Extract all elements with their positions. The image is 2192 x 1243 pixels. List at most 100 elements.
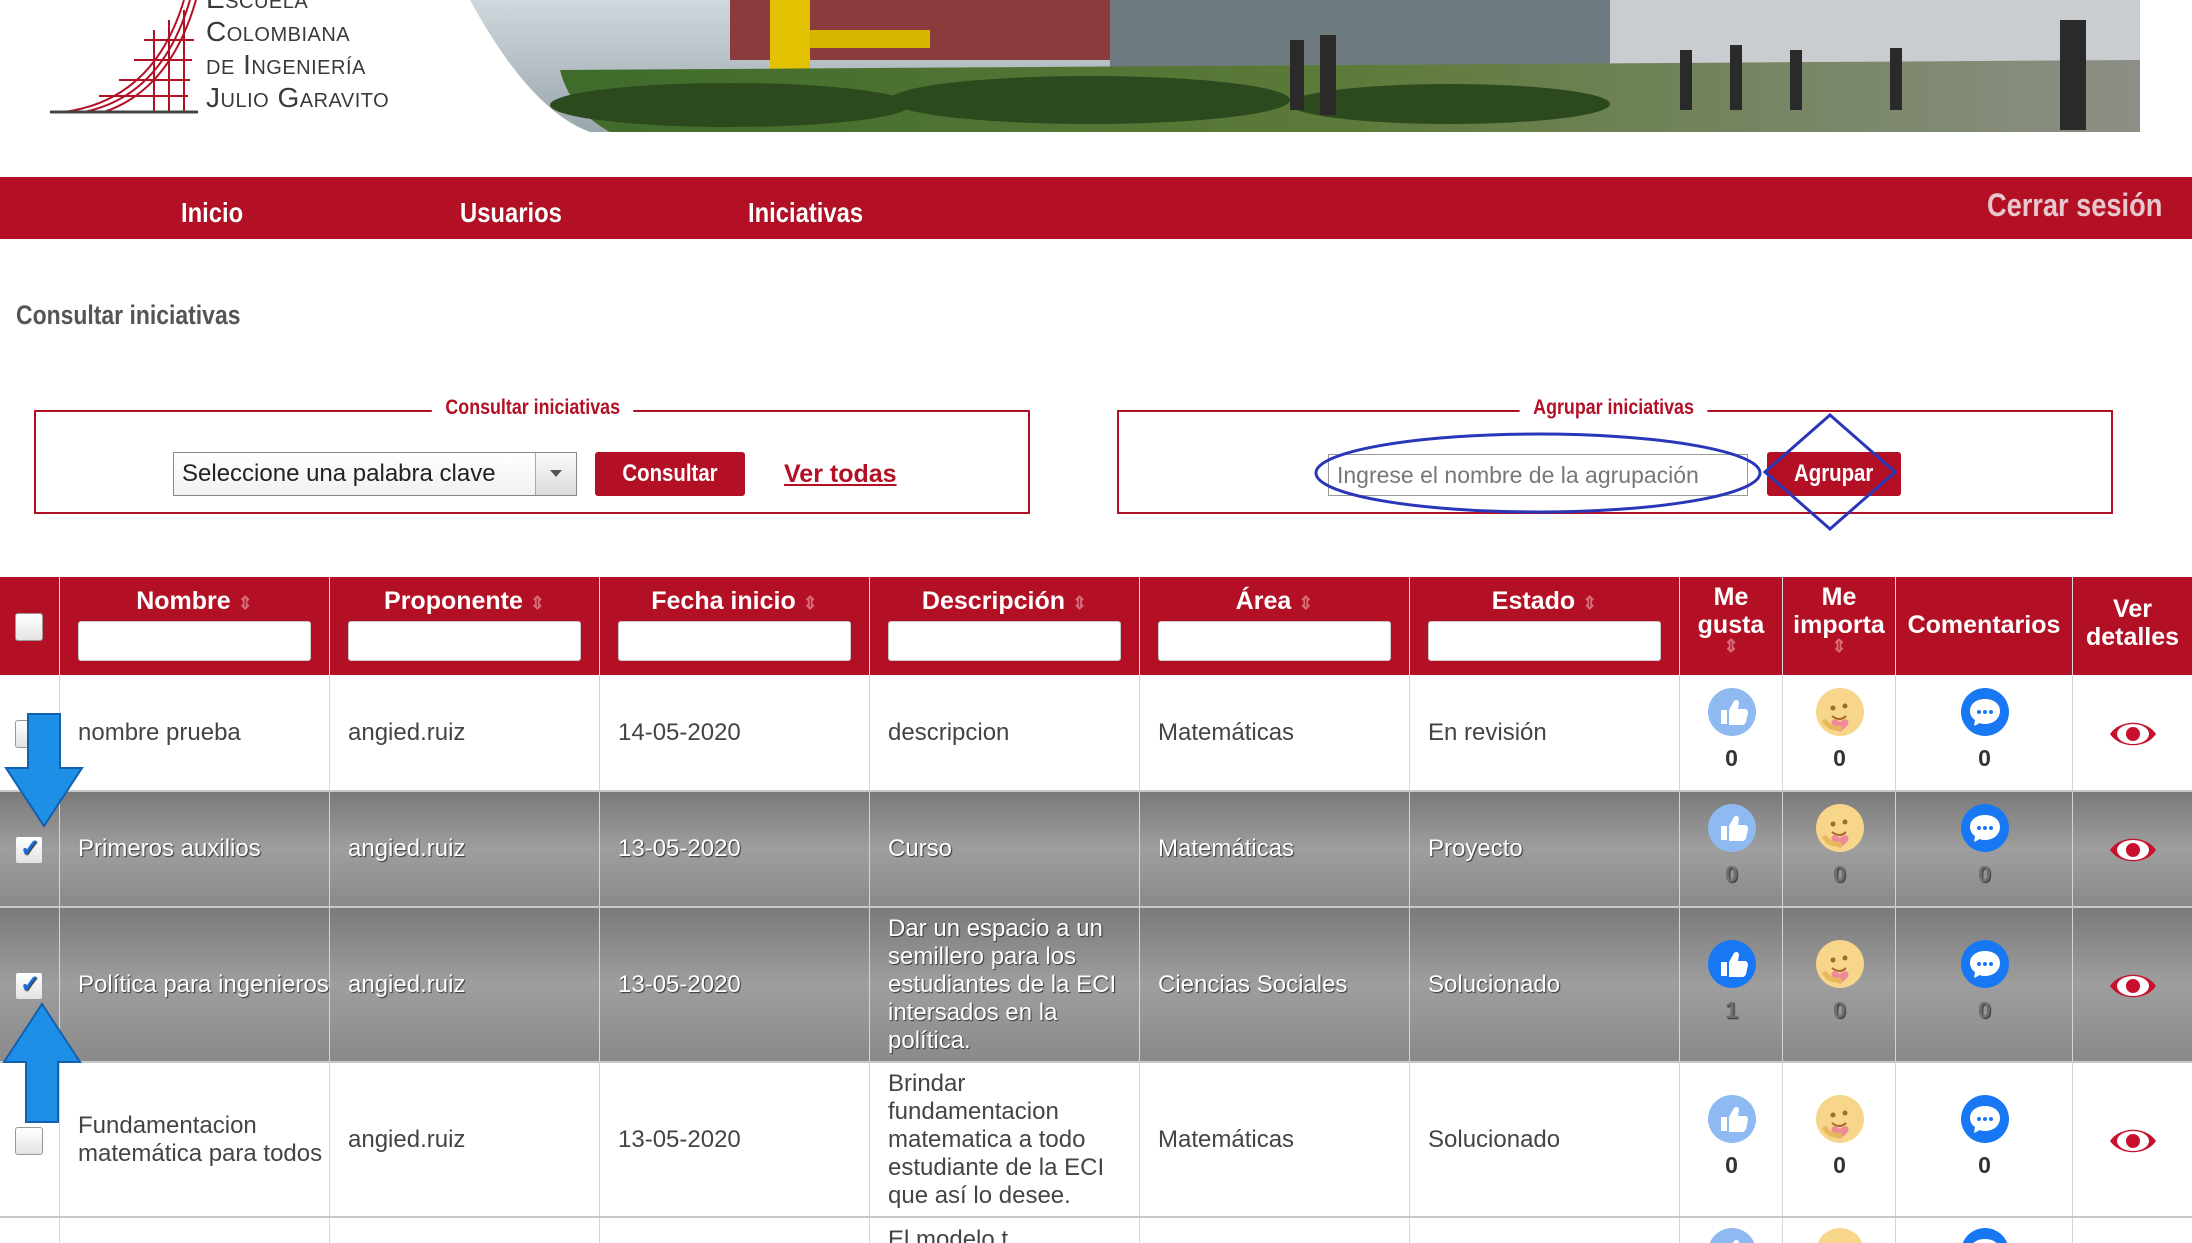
cell-area-text: Matemáticas xyxy=(1158,718,1295,746)
header-descripcion[interactable]: Descripción ⇕ xyxy=(870,577,1140,675)
sort-icon[interactable]: ⇕ xyxy=(803,593,818,613)
table-row[interactable]: Fundamentacion matemática para todos angi… xyxy=(0,1063,2192,1218)
row-checkbox[interactable] xyxy=(15,1126,43,1155)
cell-detalles xyxy=(2073,675,2192,790)
care-emoji-icon[interactable] xyxy=(1814,1093,1866,1145)
header-comentarios-label: Comentarios xyxy=(1907,611,2061,639)
logo-line: Julio Garavito xyxy=(206,82,390,113)
chat-bubble-icon[interactable] xyxy=(1959,938,2011,990)
thumbs-up-icon[interactable] xyxy=(1706,686,1758,738)
filter-nombre-input[interactable] xyxy=(78,621,311,661)
cell-descripcion-text: Dar un espacio a un semillero para los e… xyxy=(888,914,1117,1054)
table-row[interactable]: Primeros auxilios angied.ruiz 13-05-2020 Cu… xyxy=(0,792,2192,908)
cell-estado: Solucionado xyxy=(1410,1063,1680,1216)
eye-icon[interactable] xyxy=(2108,717,2158,751)
row-checkbox[interactable] xyxy=(15,719,43,748)
agrupar-button[interactable]: Agrupar xyxy=(1767,452,1901,496)
cell-fecha: 14-05-2020 xyxy=(600,675,870,790)
thumbs-up-icon[interactable] xyxy=(1706,938,1758,990)
care-emoji-icon[interactable] xyxy=(1814,802,1866,854)
care-emoji-icon[interactable] xyxy=(1814,938,1866,990)
table-row[interactable]: Política para ingenieros angied.ruiz 13-05… xyxy=(0,908,2192,1063)
cell-estado-text: En revisión xyxy=(1428,718,1547,746)
sort-icon[interactable]: ⇕ xyxy=(238,593,253,613)
filter-estado-input[interactable] xyxy=(1428,621,1661,661)
header-area[interactable]: Área ⇕ xyxy=(1140,577,1410,675)
logout-link[interactable]: Cerrar sesión xyxy=(1987,177,2162,239)
sort-icon[interactable]: ⇕ xyxy=(1680,637,1782,655)
cell-area-text: Matemáticas xyxy=(1158,835,1295,862)
header-detalles-label: Ver detalles xyxy=(2085,595,2180,651)
header-megusta[interactable]: Me gusta ⇕ xyxy=(1680,577,1783,675)
cell-estado-text: Solucionado xyxy=(1428,970,1561,998)
thumbs-up-icon[interactable] xyxy=(1706,1226,1758,1243)
thumbs-up-icon[interactable] xyxy=(1706,1093,1758,1145)
eye-icon[interactable] xyxy=(2108,969,2158,1003)
row-checkbox[interactable] xyxy=(15,971,43,1000)
nav-item-inicio[interactable]: Inicio xyxy=(181,177,243,239)
nav-item-iniciativas[interactable]: Iniciativas xyxy=(748,177,863,239)
chat-bubble-icon[interactable] xyxy=(1959,802,2011,854)
cell-nombre-text: Primeros auxilios xyxy=(78,835,261,862)
cell-comentarios: 0 xyxy=(1896,675,2073,790)
chevron-down-icon[interactable] xyxy=(535,453,576,495)
cell-fecha-text: 14-05-2020 xyxy=(618,718,741,746)
cell-proponente: angied.ruiz xyxy=(330,675,600,790)
header-fecha[interactable]: Fecha inicio ⇕ xyxy=(600,577,870,675)
cell-descripcion: descripcion xyxy=(870,675,1140,790)
ver-todas-link[interactable]: Ver todas xyxy=(784,460,897,489)
cell-nombre: Primeros auxilios xyxy=(60,792,330,906)
cell-area: Ciencias Sociales xyxy=(1140,908,1410,1061)
cell-estado: Proyecto xyxy=(1410,792,1680,906)
group-name-input[interactable] xyxy=(1328,454,1748,496)
cell-proponente xyxy=(330,1218,600,1243)
header-estado-label: Estado xyxy=(1491,587,1576,615)
cell-proponente-text: angied.ruiz xyxy=(348,718,466,746)
row-checkbox[interactable] xyxy=(15,835,43,864)
cell-comentarios xyxy=(1896,1218,2073,1243)
filter-descripcion-input[interactable] xyxy=(888,621,1121,661)
header-proponente[interactable]: Proponente ⇕ xyxy=(330,577,600,675)
eye-icon[interactable] xyxy=(2108,833,2158,867)
cell-megusta: 0 xyxy=(1680,675,1783,790)
table-row[interactable]: El modelo t xyxy=(0,1218,2192,1243)
nav-item-usuarios[interactable]: Usuarios xyxy=(460,177,562,239)
filter-fecha-input[interactable] xyxy=(618,621,851,661)
filter-area-input[interactable] xyxy=(1158,621,1391,661)
care-emoji-icon[interactable] xyxy=(1814,1226,1866,1243)
chat-bubble-icon[interactable] xyxy=(1959,686,2011,738)
chat-bubble-icon[interactable] xyxy=(1959,1226,2011,1243)
sort-icon[interactable]: ⇕ xyxy=(1072,593,1087,613)
meimporta-count: 0 xyxy=(1833,744,1846,771)
header-meimporta[interactable]: Me importa ⇕ xyxy=(1783,577,1896,675)
header-detalles: Ver detalles xyxy=(2073,577,2192,675)
cell-comentarios: 0 xyxy=(1896,792,2073,906)
cell-detalles xyxy=(2073,1063,2192,1216)
header-nombre[interactable]: Nombre ⇕ xyxy=(60,577,330,675)
cell-fecha: 13-05-2020 xyxy=(600,792,870,906)
eye-icon[interactable] xyxy=(2108,1124,2158,1158)
cell-proponente: angied.ruiz xyxy=(330,792,600,906)
sort-icon[interactable]: ⇕ xyxy=(1298,593,1313,613)
table-header: Nombre ⇕ Proponente ⇕ Fecha inicio ⇕ Des… xyxy=(0,577,2192,675)
cell-nombre: Política para ingenieros xyxy=(60,908,330,1061)
site-header: Escuela Colombiana de Ingeniería Julio G… xyxy=(0,0,2192,140)
consultar-button[interactable]: Consultar xyxy=(595,452,745,496)
header-nombre-label: Nombre xyxy=(136,587,231,615)
filter-proponente-input[interactable] xyxy=(348,621,581,661)
cell-megusta xyxy=(1680,1218,1783,1243)
sort-icon[interactable]: ⇕ xyxy=(530,593,545,613)
sort-icon[interactable]: ⇕ xyxy=(1582,593,1597,613)
header-descripcion-label: Descripción xyxy=(921,587,1066,615)
cell-area: Matemáticas xyxy=(1140,675,1410,790)
cell-fecha-text: 13-05-2020 xyxy=(618,835,741,862)
select-all-checkbox[interactable] xyxy=(15,613,43,641)
keyword-select[interactable]: Seleccione una palabra clave xyxy=(173,452,577,496)
sort-icon[interactable]: ⇕ xyxy=(1783,637,1895,655)
thumbs-up-icon[interactable] xyxy=(1706,802,1758,854)
initiatives-table: Nombre ⇕ Proponente ⇕ Fecha inicio ⇕ Des… xyxy=(0,577,2192,1243)
chat-bubble-icon[interactable] xyxy=(1959,1093,2011,1145)
table-row[interactable]: nombre prueba angied.ruiz 14-05-2020 descri… xyxy=(0,675,2192,792)
care-emoji-icon[interactable] xyxy=(1814,686,1866,738)
header-estado[interactable]: Estado ⇕ xyxy=(1410,577,1680,675)
